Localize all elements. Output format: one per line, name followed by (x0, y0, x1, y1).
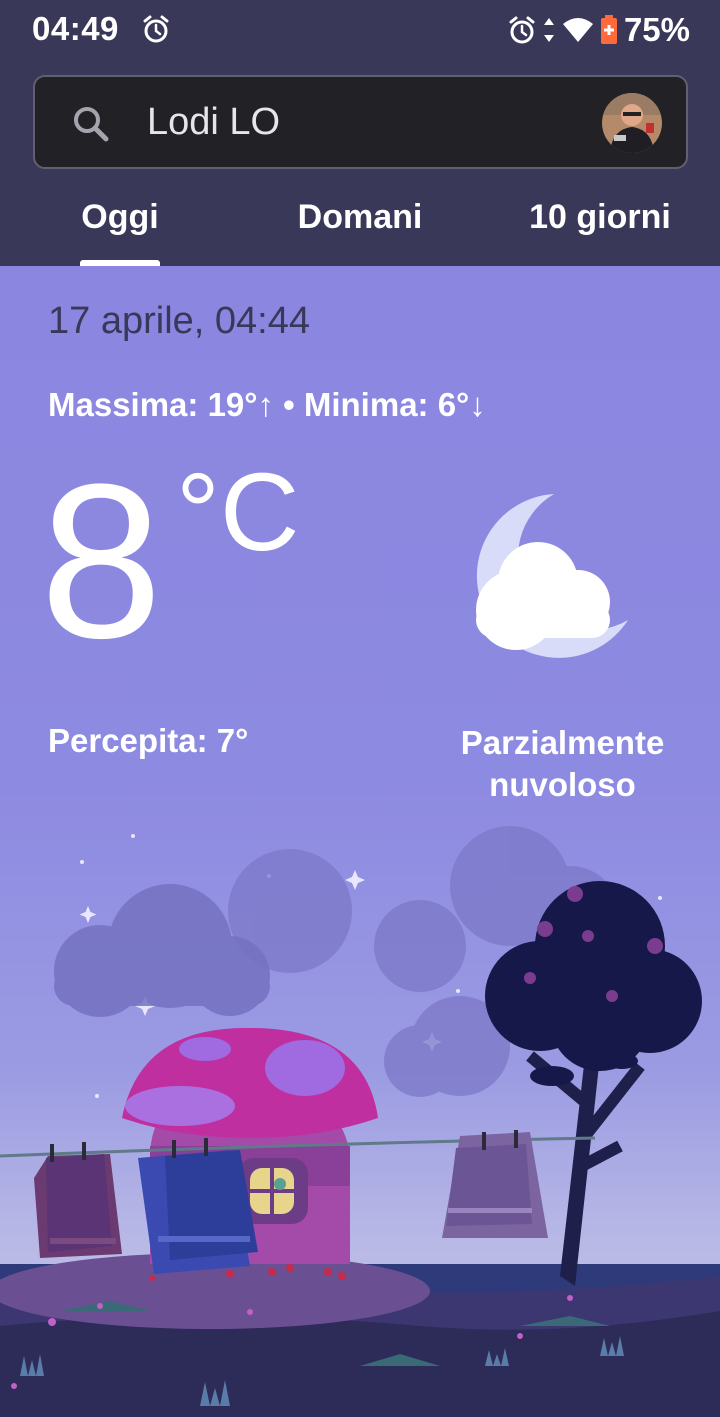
alarm-icon (509, 16, 535, 44)
battery-percentage: 75% (623, 11, 690, 48)
alarm-icon (143, 15, 169, 43)
battery-saver-icon (600, 15, 617, 44)
current-temperature: 8 (40, 438, 163, 684)
weather-illustration (0, 826, 720, 1417)
tab-bar: Oggi Domani 10 giorni (0, 194, 720, 266)
wifi-icon (562, 18, 593, 42)
search-icon[interactable] (71, 104, 111, 144)
condition-line-2: nuvoloso (489, 766, 636, 803)
header: Lodi LO Oggi Domani 10 giorni (0, 64, 720, 266)
search-bar[interactable]: Lodi LO (33, 75, 688, 169)
location-text[interactable]: Lodi LO (147, 101, 280, 144)
partly-cloudy-night-icon (476, 494, 628, 658)
feels-like: Percepita: 7° (48, 722, 249, 759)
status-icons: 75% (508, 10, 690, 50)
tab-10-giorni[interactable]: 10 giorni (515, 194, 685, 266)
temperature-range: Massima: 19°↑ • Minima: 6°↓ (48, 386, 486, 423)
temperature-unit: °C (176, 451, 300, 574)
status-bar: 04:49 75% (0, 0, 720, 64)
condition-text: Parzialmente nuvoloso (440, 722, 685, 806)
tab-oggi[interactable]: Oggi (60, 194, 180, 266)
data-arrows-icon (543, 18, 554, 42)
status-time: 04:49 (32, 10, 119, 47)
condition-line-1: Parzialmente (460, 724, 665, 761)
tab-domani[interactable]: Domani (280, 194, 440, 266)
weather-panel: 17 aprile, 04:44 Massima: 19°↑ • Minima:… (0, 266, 720, 1417)
avatar[interactable] (602, 93, 662, 153)
date-time: 17 aprile, 04:44 (48, 300, 310, 342)
